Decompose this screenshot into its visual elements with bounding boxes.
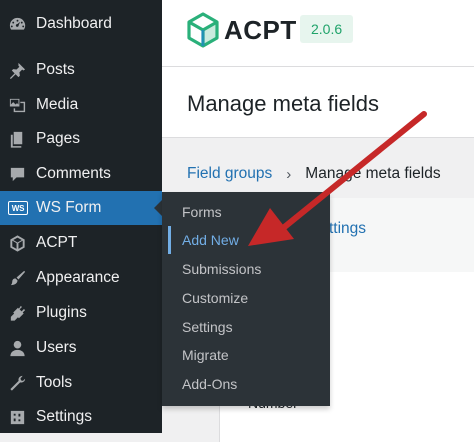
plugin-header: ACPT 2.0.6 — [162, 0, 474, 67]
ws-form-submenu: Forms Add New Submissions Customize Sett… — [162, 192, 330, 406]
sidebar-item-label: Users — [36, 339, 77, 356]
sidebar-item-label: Plugins — [36, 304, 87, 321]
sidebar-item-plugins[interactable]: Plugins — [0, 296, 162, 330]
breadcrumb: Field groups › Manage meta fields — [187, 165, 441, 183]
submenu-item-submissions[interactable]: Submissions — [162, 255, 330, 283]
acpt-cube-icon — [187, 12, 219, 48]
submenu-item-add-new[interactable]: Add New — [162, 226, 330, 254]
sidebar-item-label: Pages — [36, 130, 80, 147]
settings-icon — [8, 407, 34, 427]
sidebar-item-label: ACPT — [36, 234, 78, 251]
sidebar-item-label: Settings — [36, 408, 93, 425]
sidebar-item-users[interactable]: Users — [0, 331, 162, 365]
sidebar-item-appearance[interactable]: Appearance — [0, 261, 162, 295]
sidebar-item-comments[interactable]: Comments — [0, 157, 162, 191]
breadcrumb-current: Manage meta fields — [305, 165, 441, 182]
submenu-item-add-ons[interactable]: Add-Ons — [162, 370, 330, 398]
sidebar-item-dashboard[interactable]: Dashboard — [0, 7, 162, 41]
sidebar-item-label: Posts — [36, 61, 75, 78]
submenu-item-settings[interactable]: Settings — [162, 313, 330, 341]
acpt-logo[interactable]: ACPT — [186, 12, 297, 48]
active-menu-pointer — [154, 200, 162, 216]
logo-text: ACPT — [224, 14, 297, 45]
wsform-badge: WS — [8, 201, 28, 215]
sidebar-item-tools[interactable]: Tools — [0, 366, 162, 400]
admin-sidebar: Dashboard Posts Media Pages Comments WS … — [0, 0, 162, 433]
sidebar-item-media[interactable]: Media — [0, 88, 162, 122]
submenu-item-customize[interactable]: Customize — [162, 284, 330, 312]
version-badge: 2.0.6 — [300, 15, 354, 43]
sidebar-item-label: WS Form — [36, 199, 102, 216]
sidebar-item-label: Media — [36, 96, 79, 113]
title-bar: Manage meta fields — [162, 67, 474, 138]
plug-icon — [8, 303, 34, 323]
breadcrumb-link-field-groups[interactable]: Field groups — [187, 165, 272, 183]
paintbrush-icon — [8, 268, 34, 288]
dashboard-icon — [8, 14, 34, 34]
user-icon — [8, 338, 34, 358]
cube-icon — [8, 233, 34, 253]
sidebar-item-ws-form[interactable]: WS WS Form — [0, 191, 162, 225]
sidebar-item-acpt[interactable]: ACPT — [0, 226, 162, 260]
pushpin-icon — [8, 60, 34, 80]
pages-icon — [8, 129, 34, 149]
wrench-icon — [8, 373, 34, 393]
submenu-item-migrate[interactable]: Migrate — [162, 341, 330, 369]
sidebar-item-pages[interactable]: Pages — [0, 122, 162, 156]
sidebar-item-posts[interactable]: Posts — [0, 53, 162, 87]
sidebar-item-label: Tools — [36, 374, 73, 391]
sidebar-item-settings[interactable]: Settings — [0, 400, 162, 434]
wsform-icon: WS — [8, 198, 34, 218]
media-icon — [8, 95, 34, 115]
sidebar-item-label: Comments — [36, 165, 111, 182]
sidebar-item-label: Appearance — [36, 269, 120, 286]
page-title: Manage meta fields — [187, 91, 379, 116]
sidebar-item-label: Dashboard — [36, 15, 112, 32]
submenu-item-forms[interactable]: Forms — [162, 198, 330, 226]
breadcrumb-separator: › — [286, 165, 292, 183]
comment-icon — [8, 164, 34, 184]
